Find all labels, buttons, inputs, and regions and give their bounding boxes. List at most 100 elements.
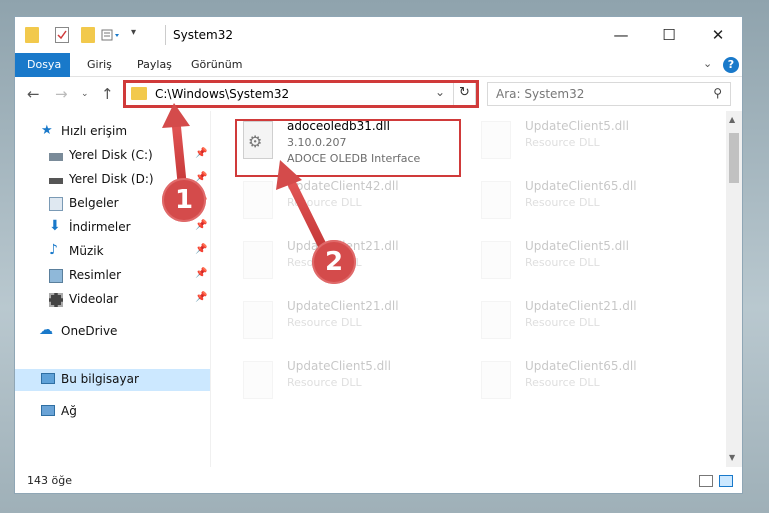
new-folder-icon[interactable] bbox=[81, 27, 95, 43]
expand-ribbon-icon[interactable]: ⌄ bbox=[703, 57, 712, 70]
sidebar-item-label: Hızlı erişim bbox=[61, 124, 128, 138]
sidebar-item-this-pc[interactable]: Bu bilgisayar bbox=[15, 369, 210, 391]
pin-icon[interactable]: 📌 bbox=[195, 292, 207, 303]
pin-icon[interactable]: 📌 bbox=[195, 220, 207, 231]
computer-icon bbox=[41, 373, 55, 384]
minimize-button[interactable]: — bbox=[601, 23, 641, 47]
file-name: UpdateClient42.dll bbox=[287, 179, 399, 193]
sidebar-item-disk-c[interactable]: Yerel Disk (C:) 📌 bbox=[15, 145, 210, 167]
help-icon[interactable]: ? bbox=[723, 57, 739, 73]
sidebar-item-label: Müzik bbox=[69, 244, 104, 258]
vertical-scrollbar[interactable]: ▲ ▼ bbox=[726, 111, 742, 467]
dll-file-icon bbox=[243, 241, 273, 279]
video-icon bbox=[49, 293, 63, 307]
drive-icon bbox=[49, 178, 63, 184]
music-icon: ♪ bbox=[49, 242, 58, 258]
file-name: UpdateClient5.dll bbox=[287, 359, 391, 373]
pin-icon[interactable]: 📌 bbox=[195, 268, 207, 279]
sidebar-item-label: Ağ bbox=[61, 404, 77, 418]
title-separator bbox=[165, 25, 166, 45]
maximize-button[interactable]: ☐ bbox=[649, 23, 689, 47]
pin-icon[interactable]: 📌 bbox=[195, 244, 207, 255]
details-view-icon[interactable] bbox=[699, 475, 713, 487]
network-icon bbox=[41, 405, 55, 416]
file-description: Resource DLL bbox=[525, 316, 600, 329]
sidebar-item-label: İndirmeler bbox=[69, 220, 131, 234]
file-item[interactable]: UpdateClient21.dll Resource DLL bbox=[237, 295, 465, 355]
scroll-up-icon[interactable]: ▲ bbox=[729, 115, 735, 124]
file-description: Resource DLL bbox=[525, 196, 600, 209]
download-icon: ⬇ bbox=[49, 218, 61, 234]
sidebar-item-pictures[interactable]: Resimler 📌 bbox=[15, 265, 210, 287]
dll-file-icon bbox=[243, 181, 273, 219]
sidebar-item-label: Bu bilgisayar bbox=[61, 372, 139, 386]
address-highlight-box bbox=[123, 80, 479, 108]
sidebar-item-label: OneDrive bbox=[61, 324, 118, 338]
quick-access-dropdown-icon[interactable]: ▾ bbox=[131, 27, 141, 43]
dll-file-icon bbox=[481, 181, 511, 219]
cloud-icon: ☁ bbox=[39, 322, 53, 338]
sidebar-item-onedrive[interactable]: ☁ OneDrive bbox=[15, 321, 210, 343]
sidebar-item-music[interactable]: ♪ Müzik 📌 bbox=[15, 241, 210, 263]
back-arrow-icon[interactable]: ← bbox=[27, 85, 40, 103]
customize-quick-access-icon[interactable] bbox=[101, 27, 123, 43]
file-name: UpdateClient65.dll bbox=[525, 359, 637, 373]
sidebar-item-label: Yerel Disk (C:) bbox=[69, 148, 153, 162]
file-item[interactable]: UpdateClient21.dll Resource DLL bbox=[475, 295, 703, 355]
tab-gorunum[interactable]: Görünüm bbox=[179, 53, 254, 77]
step-1-badge: 1 bbox=[162, 178, 206, 222]
file-item[interactable]: UpdateClient65.dll Resource DLL bbox=[475, 175, 703, 235]
dll-file-icon bbox=[481, 361, 511, 399]
title-bar: ▾ System32 — ☐ ✕ bbox=[15, 17, 742, 53]
file-description: Resource DLL bbox=[525, 256, 600, 269]
file-item[interactable]: UpdateClient65.dll Resource DLL bbox=[475, 355, 703, 415]
file-name: UpdateClient21.dll bbox=[287, 299, 399, 313]
file-name: UpdateClient21.dll bbox=[525, 299, 637, 313]
step-2-badge: 2 bbox=[312, 240, 356, 284]
tab-paylas[interactable]: Paylaş bbox=[125, 53, 184, 77]
tiles-view-icon[interactable] bbox=[719, 475, 733, 487]
sidebar-item-label: Videolar bbox=[69, 292, 119, 306]
dll-file-icon bbox=[243, 361, 273, 399]
file-item[interactable]: UpdateClient42.dll Resource DLL bbox=[237, 175, 465, 235]
search-icon[interactable]: ⚲ bbox=[713, 86, 722, 100]
tab-giris[interactable]: Giriş bbox=[75, 53, 124, 77]
file-name: UpdateClient5.dll bbox=[525, 239, 629, 253]
recent-locations-icon[interactable]: ⌄ bbox=[81, 89, 89, 99]
sidebar-item-label: Yerel Disk (D:) bbox=[69, 172, 154, 186]
pin-icon[interactable]: 📌 bbox=[195, 148, 207, 159]
file-description: Resource DLL bbox=[525, 376, 600, 389]
file-description: Resource DLL bbox=[287, 376, 362, 389]
item-count: 143 öğe bbox=[27, 474, 72, 487]
dll-file-icon bbox=[481, 241, 511, 279]
pane-divider[interactable] bbox=[210, 111, 211, 467]
tab-dosya[interactable]: Dosya bbox=[15, 53, 70, 77]
file-description: Resource DLL bbox=[287, 196, 362, 209]
scroll-down-icon[interactable]: ▼ bbox=[729, 453, 735, 462]
drive-icon bbox=[49, 153, 63, 161]
close-button[interactable]: ✕ bbox=[698, 23, 738, 47]
checkmark-icon bbox=[57, 30, 67, 40]
file-highlight-box bbox=[235, 119, 461, 177]
dll-file-icon bbox=[481, 121, 511, 159]
file-item[interactable]: UpdateClient5.dll Resource DLL bbox=[475, 115, 703, 175]
properties-icon[interactable] bbox=[55, 27, 69, 43]
file-description: Resource DLL bbox=[525, 136, 600, 149]
scroll-thumb[interactable] bbox=[729, 133, 739, 183]
up-arrow-icon[interactable]: ↑ bbox=[101, 85, 114, 103]
forward-arrow-icon[interactable]: → bbox=[55, 85, 68, 103]
navigation-pane: ★ Hızlı erişim Yerel Disk (C:) 📌 Yerel D… bbox=[15, 111, 210, 467]
file-item[interactable]: UpdateClient5.dll Resource DLL bbox=[475, 235, 703, 295]
documents-icon bbox=[49, 197, 63, 211]
file-description: Resource DLL bbox=[287, 316, 362, 329]
navigation-bar: ← → ⌄ ↑ C:\Windows\System32 ⌄ ↻ Ara: Sys… bbox=[15, 77, 742, 111]
sidebar-item-network[interactable]: Ağ bbox=[15, 401, 210, 423]
sidebar-item-quick-access[interactable]: ★ Hızlı erişim bbox=[15, 121, 210, 143]
folder-icon bbox=[25, 27, 39, 43]
search-box[interactable]: Ara: System32 ⚲ bbox=[487, 82, 731, 106]
file-item[interactable]: UpdateClient5.dll Resource DLL bbox=[237, 355, 465, 415]
sidebar-item-videos[interactable]: Videolar 📌 bbox=[15, 289, 210, 311]
file-name: UpdateClient5.dll bbox=[525, 119, 629, 133]
search-placeholder: Ara: System32 bbox=[496, 87, 585, 101]
sidebar-item-label: Resimler bbox=[69, 268, 122, 282]
